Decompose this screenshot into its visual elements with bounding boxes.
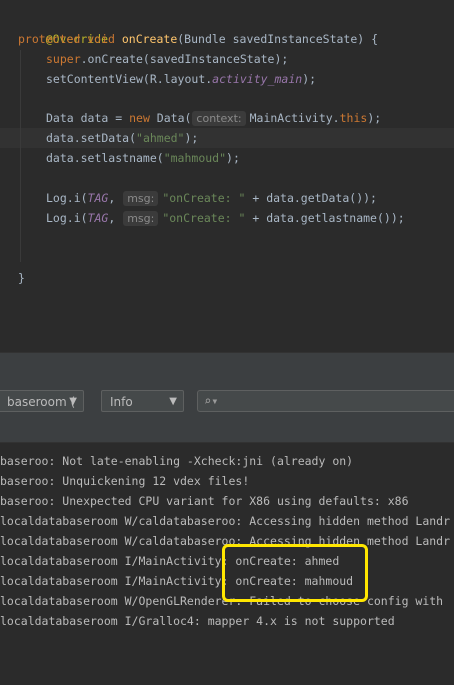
search-icon: ⌕▾ <box>204 394 219 408</box>
dropdown-arrow-icon: ▼ <box>169 396 177 407</box>
dropdown-arrow-icon: ▼ <box>69 396 77 407</box>
code-line-close-brace: } <box>18 268 25 288</box>
keyword-new: new <box>129 111 150 125</box>
code-line-signature: protected void onCreate(Bundle savedInst… <box>18 29 378 49</box>
setlastname-call: data.setlastname( <box>46 151 164 165</box>
tag-field: TAG <box>87 211 109 225</box>
process-filter-dropdown[interactable]: baseroom ( ▼ <box>0 390 84 412</box>
method-params: (Bundle savedInstanceState) { <box>177 32 379 46</box>
indent-guide <box>20 50 21 262</box>
logcat-search-input[interactable]: ⌕▾ <box>197 390 454 412</box>
getdata-call: + data.getData()); <box>245 191 377 205</box>
param-hint-msg: msg: <box>123 211 159 226</box>
closing-brace: } <box>18 271 25 285</box>
panel-divider[interactable] <box>0 352 454 373</box>
getlastname-call: + data.getlastname()); <box>245 211 405 225</box>
code-line-log-lastname: Log.i(TAG, msg: "onCreate: " + data.getla… <box>46 208 405 228</box>
log-level-dropdown[interactable]: Info ▼ <box>101 390 184 412</box>
code-line-override: @Override <box>18 9 108 46</box>
statement-end: ); <box>367 111 382 125</box>
string-oncreate: "onCreate: " <box>162 191 246 205</box>
string-ahmed: "ahmed" <box>136 131 185 145</box>
log-line: baseroo: Unexpected CPU variant for X86 … <box>0 494 409 508</box>
setdata-call: data.setData( <box>46 131 137 145</box>
log-line: localdatabaseroom I/Gralloc4: mapper 4.x… <box>0 614 395 628</box>
string-oncreate: "onCreate: " <box>162 211 246 225</box>
tag-field: TAG <box>87 191 109 205</box>
setcontentview-end: ); <box>302 72 317 86</box>
log-line: baseroo: Unquickening 12 vdex files! <box>0 474 250 488</box>
param-hint-msg: msg: <box>123 191 159 206</box>
setcontentview-call: setContentView(R.layout. <box>46 72 213 86</box>
keyword-super: super <box>46 52 81 66</box>
log-call: Log.i( <box>46 191 88 205</box>
data-declaration: Data data = <box>46 111 130 125</box>
statement-end: ); <box>184 131 199 145</box>
code-line-data-new: Data data = new Data(context: MainActivit… <box>46 108 381 128</box>
process-filter-label: baseroom ( <box>7 395 76 409</box>
param-hint-context: context: <box>192 111 246 126</box>
log-line: baseroo: Not late-enabling -Xcheck:jni (… <box>0 454 354 468</box>
method-name-oncreate: onCreate <box>121 32 178 46</box>
keyword-protected-void: protected void <box>18 32 122 46</box>
constructor-arg: MainActivity. <box>249 111 340 125</box>
code-editor[interactable]: @Override protected void onCreate(Bundle… <box>0 0 454 352</box>
layout-field: activity_main <box>212 72 303 86</box>
log-level-label: Info <box>110 395 133 409</box>
statement-end: ); <box>226 151 240 165</box>
log-line: localdatabaseroom W/caldatabaseroo: Acce… <box>0 514 451 528</box>
comma: , <box>108 211 123 225</box>
code-line-setlastname: data.setlastname("mahmoud"); <box>46 148 240 168</box>
highlight-annotation-box <box>222 544 368 602</box>
code-line-log-data: Log.i(TAG, msg: "onCreate: " + data.getDa… <box>46 188 377 208</box>
code-line-setcontentview: setContentView(R.layout.activity_main); <box>46 69 316 89</box>
log-call: Log.i( <box>46 211 88 225</box>
code-line-super: super.onCreate(savedInstanceState); <box>46 49 288 69</box>
data-constructor: Data( <box>149 111 192 125</box>
super-call: .onCreate(savedInstanceState); <box>80 52 289 66</box>
keyword-this: this <box>339 111 368 125</box>
comma: , <box>108 191 123 205</box>
string-mahmoud: "mahmoud" <box>163 151 227 165</box>
logcat-toolbar: baseroom ( ▼ Info ▼ ⌕▾ <box>0 372 454 442</box>
code-line-setdata: data.setData("ahmed"); <box>46 128 198 148</box>
